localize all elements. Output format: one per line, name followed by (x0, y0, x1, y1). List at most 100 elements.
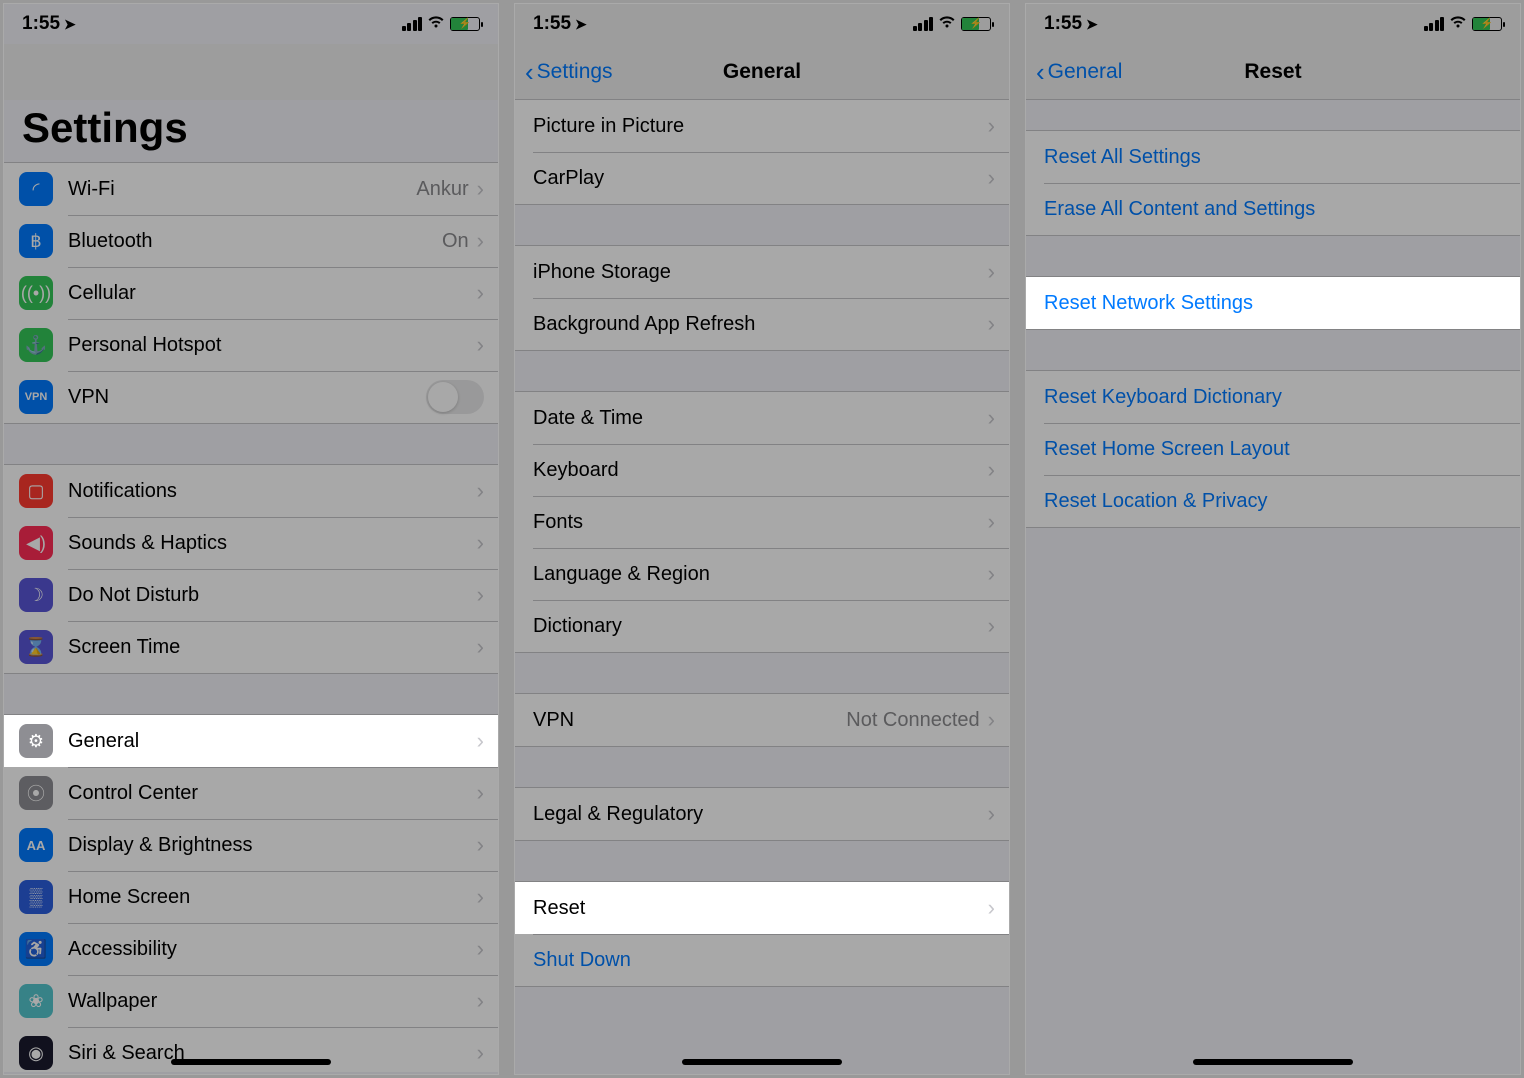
row-label: Shut Down (533, 949, 995, 972)
row-bluetooth[interactable]: ฿BluetoothOn› (4, 215, 498, 267)
row-label: Language & Region (533, 563, 988, 586)
wallpaper-icon: ❀ (19, 984, 53, 1018)
row-label: Keyboard (533, 459, 988, 482)
status-bar: 1:55 ➤ ⚡ (1026, 4, 1520, 44)
row-langregion[interactable]: Language & Region› (515, 548, 1009, 600)
chevron-right-icon: › (988, 895, 995, 921)
location-icon: ➤ (64, 16, 76, 33)
home-indicator[interactable] (1193, 1059, 1353, 1065)
row-wifi[interactable]: ◜Wi-FiAnkur› (4, 163, 498, 215)
row-datetime[interactable]: Date & Time› (515, 392, 1009, 444)
status-bar: 1:55 ➤ ⚡ (515, 4, 1009, 44)
row-accessibility[interactable]: ♿ Accessibility› (4, 923, 498, 975)
cellular-icon: ((•)) (19, 276, 53, 310)
home-indicator[interactable] (682, 1059, 842, 1065)
phone-reset: 1:55 ➤ ⚡ ‹ General Reset Reset All Setti… (1025, 3, 1521, 1075)
vpn-toggle[interactable] (426, 380, 484, 414)
row-label: VPN (68, 386, 426, 409)
row-screentime[interactable]: ⌛ Screen Time› (4, 621, 498, 673)
chevron-right-icon: › (988, 561, 995, 587)
wifi-icon (1449, 14, 1467, 34)
group-vpn: VPNNot Connected › (515, 693, 1009, 747)
row-display[interactable]: AADisplay & Brightness› (4, 819, 498, 871)
general-list[interactable]: Picture in Picture›CarPlay› iPhone Stora… (515, 100, 1009, 1074)
location-icon: ➤ (575, 16, 587, 33)
hotspot-icon: ⚓ (19, 328, 53, 362)
row-controlcenter[interactable]: ⦿Control Center› (4, 767, 498, 819)
status-time: 1:55 (533, 13, 571, 35)
row-label: Dictionary (533, 615, 988, 638)
row-label: Date & Time (533, 407, 988, 430)
row-reset-all[interactable]: Reset All Settings (1026, 131, 1520, 183)
group-system: ⚙ General › ⦿Control Center›AADisplay & Bri… (4, 714, 498, 1072)
chevron-right-icon: › (988, 259, 995, 285)
row-bgrefresh[interactable]: Background App Refresh› (515, 298, 1009, 350)
home-indicator[interactable] (171, 1059, 331, 1065)
general-icon: ⚙ (19, 724, 53, 758)
row-vpn[interactable]: VPNVPN (4, 371, 498, 423)
row-value: Ankur (416, 178, 468, 201)
group-connectivity: ◜Wi-FiAnkur›฿BluetoothOn›((•))Cellular›⚓… (4, 162, 498, 424)
screentime-icon: ⌛ (19, 630, 53, 664)
row-dictionary[interactable]: Dictionary› (515, 600, 1009, 652)
row-vpn-row[interactable]: VPNNot Connected › (515, 694, 1009, 746)
row-value: Not Connected (846, 709, 979, 732)
back-button[interactable]: ‹ Settings (525, 59, 613, 85)
row-fonts[interactable]: Fonts› (515, 496, 1009, 548)
row-dnd[interactable]: ☽Do Not Disturb› (4, 569, 498, 621)
wifi-icon (938, 14, 956, 34)
row-label: VPN (533, 709, 846, 732)
group-reset: Reset› Shut Down (515, 881, 1009, 987)
group-reset-network: Reset Network Settings (1026, 276, 1520, 330)
settings-list[interactable]: ◜Wi-FiAnkur›฿BluetoothOn›((•))Cellular›⚓… (4, 162, 498, 1072)
chevron-right-icon: › (988, 707, 995, 733)
row-label: Accessibility (68, 938, 477, 961)
row-label: Background App Refresh (533, 313, 988, 336)
battery-icon: ⚡ (450, 17, 480, 31)
controlcenter-icon: ⦿ (19, 776, 53, 810)
chevron-right-icon: › (477, 634, 484, 660)
row-keyboard[interactable]: Keyboard› (515, 444, 1009, 496)
chevron-right-icon: › (988, 113, 995, 139)
row-pip[interactable]: Picture in Picture› (515, 100, 1009, 152)
row-general[interactable]: ⚙General› (4, 715, 498, 767)
chevron-right-icon: › (988, 165, 995, 191)
row-reset-keyboard[interactable]: Reset Keyboard Dictionary (1026, 371, 1520, 423)
chevron-right-icon: › (477, 988, 484, 1014)
row-reset[interactable]: Reset› (515, 882, 1009, 934)
row-reset-network[interactable]: Reset Network Settings (1026, 277, 1520, 329)
row-hotspot[interactable]: ⚓Personal Hotspot› (4, 319, 498, 371)
row-siri[interactable]: ◉Siri & Search› (4, 1027, 498, 1072)
back-button[interactable]: ‹ General (1036, 59, 1122, 85)
reset-list[interactable]: Reset All SettingsErase All Content and … (1026, 100, 1520, 1074)
chevron-right-icon: › (477, 936, 484, 962)
row-storage[interactable]: iPhone Storage› (515, 246, 1009, 298)
chevron-right-icon: › (477, 1040, 484, 1066)
status-time: 1:55 (22, 13, 60, 35)
row-label: Reset Home Screen Layout (1044, 438, 1506, 461)
row-value: On (442, 230, 469, 253)
row-label: Sounds & Haptics (68, 532, 477, 555)
chevron-right-icon: › (988, 457, 995, 483)
signal-icon (913, 17, 934, 31)
row-carplay[interactable]: CarPlay› (515, 152, 1009, 204)
nav-bar: ‹ Settings General (515, 44, 1009, 100)
row-legal[interactable]: Legal & Regulatory› (515, 788, 1009, 840)
row-homescreen[interactable]: ▒Home Screen› (4, 871, 498, 923)
group-alerts: ▢Notifications›◀)Sounds & Haptics›☽Do No… (4, 464, 498, 674)
row-erase-all[interactable]: Erase All Content and Settings (1026, 183, 1520, 235)
row-cellular[interactable]: ((•))Cellular› (4, 267, 498, 319)
group-legal: Legal & Regulatory› (515, 787, 1009, 841)
battery-icon: ⚡ (1472, 17, 1502, 31)
row-reset-home[interactable]: Reset Home Screen Layout (1026, 423, 1520, 475)
row-label: Screen Time (68, 636, 477, 659)
row-wallpaper[interactable]: ❀Wallpaper› (4, 975, 498, 1027)
row-label: Picture in Picture (533, 115, 988, 138)
row-shutdown[interactable]: Shut Down (515, 934, 1009, 986)
row-reset-location[interactable]: Reset Location & Privacy (1026, 475, 1520, 527)
accessibility-icon: ♿ (19, 932, 53, 966)
row-sounds[interactable]: ◀)Sounds & Haptics› (4, 517, 498, 569)
row-label: Reset (533, 897, 988, 920)
row-notifications[interactable]: ▢Notifications› (4, 465, 498, 517)
row-label: General (68, 730, 477, 753)
